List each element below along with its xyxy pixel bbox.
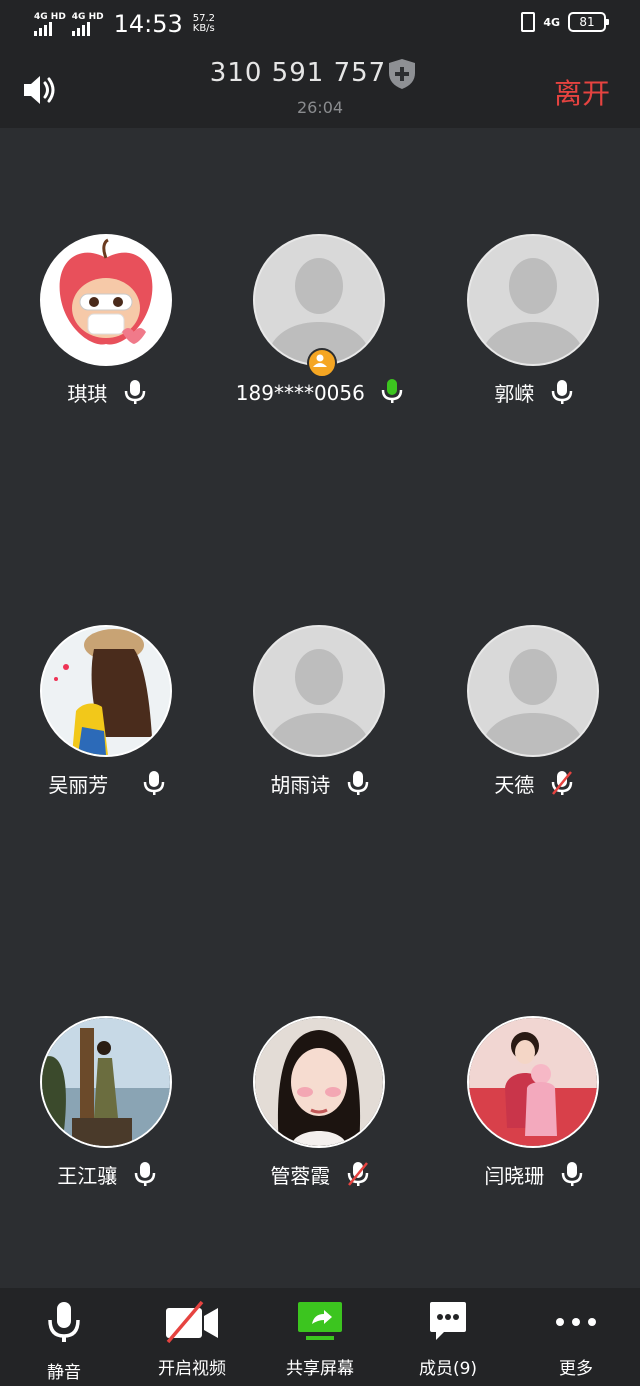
mic-icon xyxy=(551,380,572,404)
mic-muted-icon xyxy=(551,771,572,795)
start-video-button[interactable]: 开启视频 xyxy=(128,1288,256,1386)
participant-name: 琪琪 xyxy=(67,382,108,406)
default-person-icon xyxy=(479,649,587,755)
person-photo-icon xyxy=(469,1018,597,1146)
video-off-icon xyxy=(166,1300,218,1344)
participant-name: 天德 xyxy=(494,773,535,797)
bottom-toolbar: 静音 开启视频 共享屏幕 成员(9) 更多 xyxy=(0,1288,640,1386)
avatar xyxy=(467,234,599,366)
microphone-icon xyxy=(48,1302,80,1342)
avatar xyxy=(467,625,599,757)
share-screen-button[interactable]: 共享屏幕 xyxy=(256,1288,384,1386)
avatar xyxy=(467,1016,599,1148)
avatar xyxy=(40,234,172,366)
participant-name: 吴丽芳 xyxy=(48,773,109,797)
mic-icon xyxy=(561,1162,582,1186)
members-button[interactable]: 成员(9) xyxy=(384,1288,512,1386)
person-photo-icon xyxy=(42,627,170,755)
participant-tile[interactable]: 189****0056 xyxy=(213,234,426,414)
mic-icon xyxy=(143,771,164,795)
mic-muted-icon xyxy=(347,1162,368,1186)
leave-button[interactable]: 离开 xyxy=(554,72,610,112)
participant-tile[interactable]: 管蓉霞 xyxy=(213,1016,426,1196)
participant-name: 189****0056 xyxy=(235,381,365,405)
default-person-icon xyxy=(479,258,587,364)
battery-icon: 81 xyxy=(568,12,609,32)
participant-name: 管蓉霞 xyxy=(270,1164,331,1188)
avatar xyxy=(40,1016,172,1148)
signal-bars-icon xyxy=(34,21,52,36)
vibrate-icon xyxy=(521,12,536,32)
avatar xyxy=(40,625,172,757)
participant-tile[interactable]: 吴丽芳 xyxy=(0,625,213,805)
meeting-header: 310 591 757 26:04 离开 xyxy=(0,50,640,128)
meeting-duration: 26:04 xyxy=(296,98,344,117)
participant-name: 郭嵘 xyxy=(494,382,535,406)
avatar xyxy=(253,625,385,757)
share-screen-icon xyxy=(298,1302,342,1340)
security-shield-icon[interactable] xyxy=(387,58,417,90)
signal-bars-icon xyxy=(71,21,90,36)
mic-speaking-icon xyxy=(381,379,403,403)
participant-tile[interactable]: 王江骧 xyxy=(0,1016,213,1196)
host-badge-icon xyxy=(307,348,337,378)
person-photo-icon xyxy=(42,1018,170,1146)
person-photo-icon xyxy=(255,1018,383,1146)
mic-icon xyxy=(347,771,368,795)
participant-name: 胡雨诗 xyxy=(270,773,331,797)
default-person-icon xyxy=(265,258,373,364)
participant-name: 闫晓珊 xyxy=(484,1164,545,1188)
participant-tile[interactable]: 郭嵘 xyxy=(427,234,640,414)
sim2-signal: 4G HD xyxy=(71,12,104,36)
avatar xyxy=(253,1016,385,1148)
clock: 14:53 xyxy=(113,10,183,38)
mute-button[interactable]: 静音 xyxy=(0,1288,128,1386)
participant-tile[interactable]: 天德 xyxy=(427,625,640,805)
sim1-signal: 4G HD xyxy=(34,12,66,36)
mic-icon xyxy=(134,1162,155,1186)
more-button[interactable]: 更多 xyxy=(512,1288,640,1386)
status-bar: 4G HD 4G HD 14:53 57.2 KB/s 4G 81 xyxy=(0,0,640,50)
avatar xyxy=(253,234,385,366)
network-speed: 57.2 KB/s xyxy=(192,13,216,34)
default-person-icon xyxy=(265,649,373,755)
participant-name: 王江骧 xyxy=(57,1164,118,1188)
chat-bubble-icon xyxy=(430,1302,466,1340)
network-type: 4G xyxy=(543,15,560,29)
meeting-id: 310 591 757 xyxy=(209,58,387,88)
participant-tile[interactable]: 琪琪 xyxy=(0,234,213,414)
more-dots-icon xyxy=(556,1318,596,1326)
cartoon-apple-avatar-icon xyxy=(59,238,153,345)
participant-tile[interactable]: 胡雨诗 xyxy=(213,625,426,805)
mic-icon xyxy=(124,380,145,404)
participant-tile[interactable]: 闫晓珊 xyxy=(427,1016,640,1196)
